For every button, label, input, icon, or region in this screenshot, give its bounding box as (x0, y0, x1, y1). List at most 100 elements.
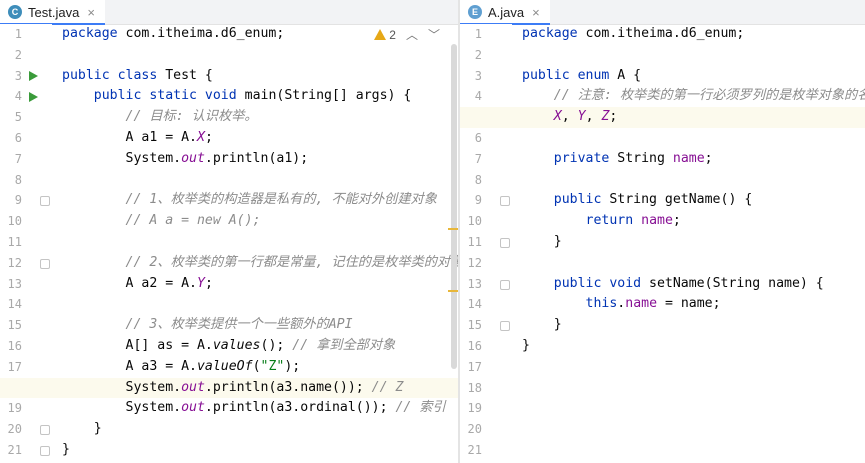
fold-icon[interactable] (500, 238, 510, 248)
code-token: out (181, 400, 205, 416)
fold-icon[interactable] (40, 258, 50, 269)
code-line[interactable] (522, 440, 865, 461)
run-icon[interactable] (29, 71, 38, 81)
line-number: 3 (474, 68, 482, 83)
tab-test-java[interactable]: C Test.java × (0, 0, 105, 25)
line-number-gutter[interactable]: 123456789101112131415161718192021 (460, 24, 512, 463)
code-token: public static void (93, 88, 237, 104)
line-number: 21 (467, 443, 482, 457)
code-line[interactable]: System.out.println(a3.name()); // Z (0, 377, 458, 399)
code-line[interactable]: X, Y, Z; (460, 107, 865, 128)
line-number: 7 (14, 151, 22, 166)
code-line[interactable]: // 3、枚举类提供一个一些额外的API (62, 315, 458, 336)
code-line[interactable]: } (62, 419, 458, 440)
line-number: 5 (14, 110, 22, 125)
code-line[interactable] (522, 128, 865, 149)
code-line[interactable]: // 目标: 认识枚举。 (62, 107, 458, 128)
code-line[interactable]: public void setName(String name) { (522, 274, 865, 295)
code-line[interactable] (522, 170, 865, 191)
code-line[interactable] (522, 253, 865, 274)
code-line[interactable]: // 2、枚举类的第一行都是常量, 记住的是枚举类的对象 (62, 253, 458, 274)
code-line[interactable]: System.out.println(a3.ordinal()); // 索引 (62, 398, 458, 419)
line-number: 12 (467, 255, 482, 270)
code-line[interactable]: this.name = name; (522, 294, 865, 315)
code-line[interactable] (522, 419, 865, 440)
code-token: // 3、枚举类提供一个一些额外的API (125, 317, 353, 333)
line-number: 16 (467, 339, 482, 353)
close-icon[interactable]: × (532, 5, 540, 20)
code-token: name (641, 213, 673, 229)
code-line[interactable]: public static void main(String[] args) { (62, 86, 458, 107)
code-editor[interactable]: package com.itheima.d6_enum;public class… (0, 24, 458, 463)
code-line[interactable]: public String getName() { (522, 190, 865, 211)
code-token: private (553, 150, 610, 166)
code-line[interactable]: public enum A { (522, 66, 865, 87)
code-token: // 目标: 认识枚举。 (125, 109, 258, 125)
code-token: values (212, 338, 261, 353)
line-number: 1 (14, 27, 22, 41)
run-icon[interactable] (29, 91, 38, 102)
java-enum-icon: E (468, 5, 482, 19)
code-line[interactable]: private String name; (522, 149, 865, 170)
code-line[interactable]: A a2 = A.Y; (62, 274, 458, 295)
close-icon[interactable]: × (87, 5, 95, 20)
code-line[interactable]: } (522, 336, 865, 357)
code-token: public (553, 192, 602, 208)
left-editor-pane: C Test.java × 2 ︿ ﹀ 1 2 3 4 5 6 7 8 9 10 11 12 13 14 1… (0, 0, 458, 463)
code-line[interactable] (62, 45, 458, 66)
code-line[interactable]: } (522, 315, 865, 336)
code-token: public enum (522, 67, 610, 83)
code-token: // 拿到全部对象 (292, 338, 396, 353)
code-token: Y (577, 109, 586, 125)
code-line[interactable]: // 1、枚举类的构造器是私有的, 不能对外创建对象 (62, 190, 458, 211)
vertical-scrollbar[interactable] (451, 44, 457, 369)
line-number: 13 (467, 276, 482, 291)
code-line[interactable]: } (62, 440, 458, 461)
code-token: Y (196, 275, 205, 291)
line-number: 18 (467, 380, 482, 395)
line-number: 20 (467, 422, 482, 437)
code-line[interactable]: } (522, 232, 865, 253)
line-number: 17 (7, 359, 22, 374)
code-line[interactable]: // A a = new A(); (62, 211, 458, 232)
left-tab-bar: C Test.java × (0, 0, 458, 25)
code-line[interactable] (522, 378, 865, 399)
fold-icon[interactable] (40, 196, 50, 207)
code-line[interactable] (522, 357, 865, 378)
code-token: // Z (371, 379, 404, 395)
code-token: package (522, 26, 578, 41)
code-line[interactable] (62, 232, 458, 253)
warning-marker[interactable] (448, 228, 458, 230)
code-line[interactable]: A a1 = A.X; (62, 128, 458, 149)
code-line[interactable] (62, 294, 458, 315)
tab-a-java[interactable]: E A.java × (460, 0, 550, 25)
code-line[interactable]: A a3 = A.valueOf("Z"); (62, 357, 458, 378)
line-number: 9 (474, 193, 482, 208)
line-number: 3 (14, 68, 22, 83)
line-number: 21 (7, 443, 22, 457)
right-tab-bar: E A.java × (460, 0, 865, 25)
code-token: name (672, 150, 705, 166)
fold-icon[interactable] (500, 196, 510, 207)
fold-icon[interactable] (40, 446, 50, 456)
code-editor[interactable]: package com.itheima.d6_enum;public enum … (460, 24, 865, 463)
code-token: out (181, 150, 205, 166)
code-line[interactable]: package com.itheima.d6_enum; (62, 24, 458, 45)
fold-icon[interactable] (500, 279, 510, 290)
line-number: 17 (467, 359, 482, 374)
code-line[interactable]: System.out.println(a1); (62, 149, 458, 170)
line-number: 19 (7, 401, 22, 416)
warning-marker[interactable] (448, 290, 458, 292)
code-line[interactable]: package com.itheima.d6_enum; (522, 24, 865, 45)
fold-icon[interactable] (40, 425, 50, 436)
code-token: X (553, 109, 562, 125)
code-line[interactable] (522, 398, 865, 419)
code-line[interactable]: return name; (522, 211, 865, 232)
code-line[interactable] (522, 45, 865, 66)
code-line[interactable]: A[] as = A.values(); // 拿到全部对象 (62, 336, 458, 357)
code-token: out (181, 379, 205, 395)
code-line[interactable] (62, 170, 458, 191)
fold-icon[interactable] (500, 321, 510, 332)
code-line[interactable]: // 注意: 枚举类的第一行必须罗列的是枚举对象的名字。 (522, 86, 865, 107)
code-line[interactable]: public class Test { (62, 66, 458, 87)
